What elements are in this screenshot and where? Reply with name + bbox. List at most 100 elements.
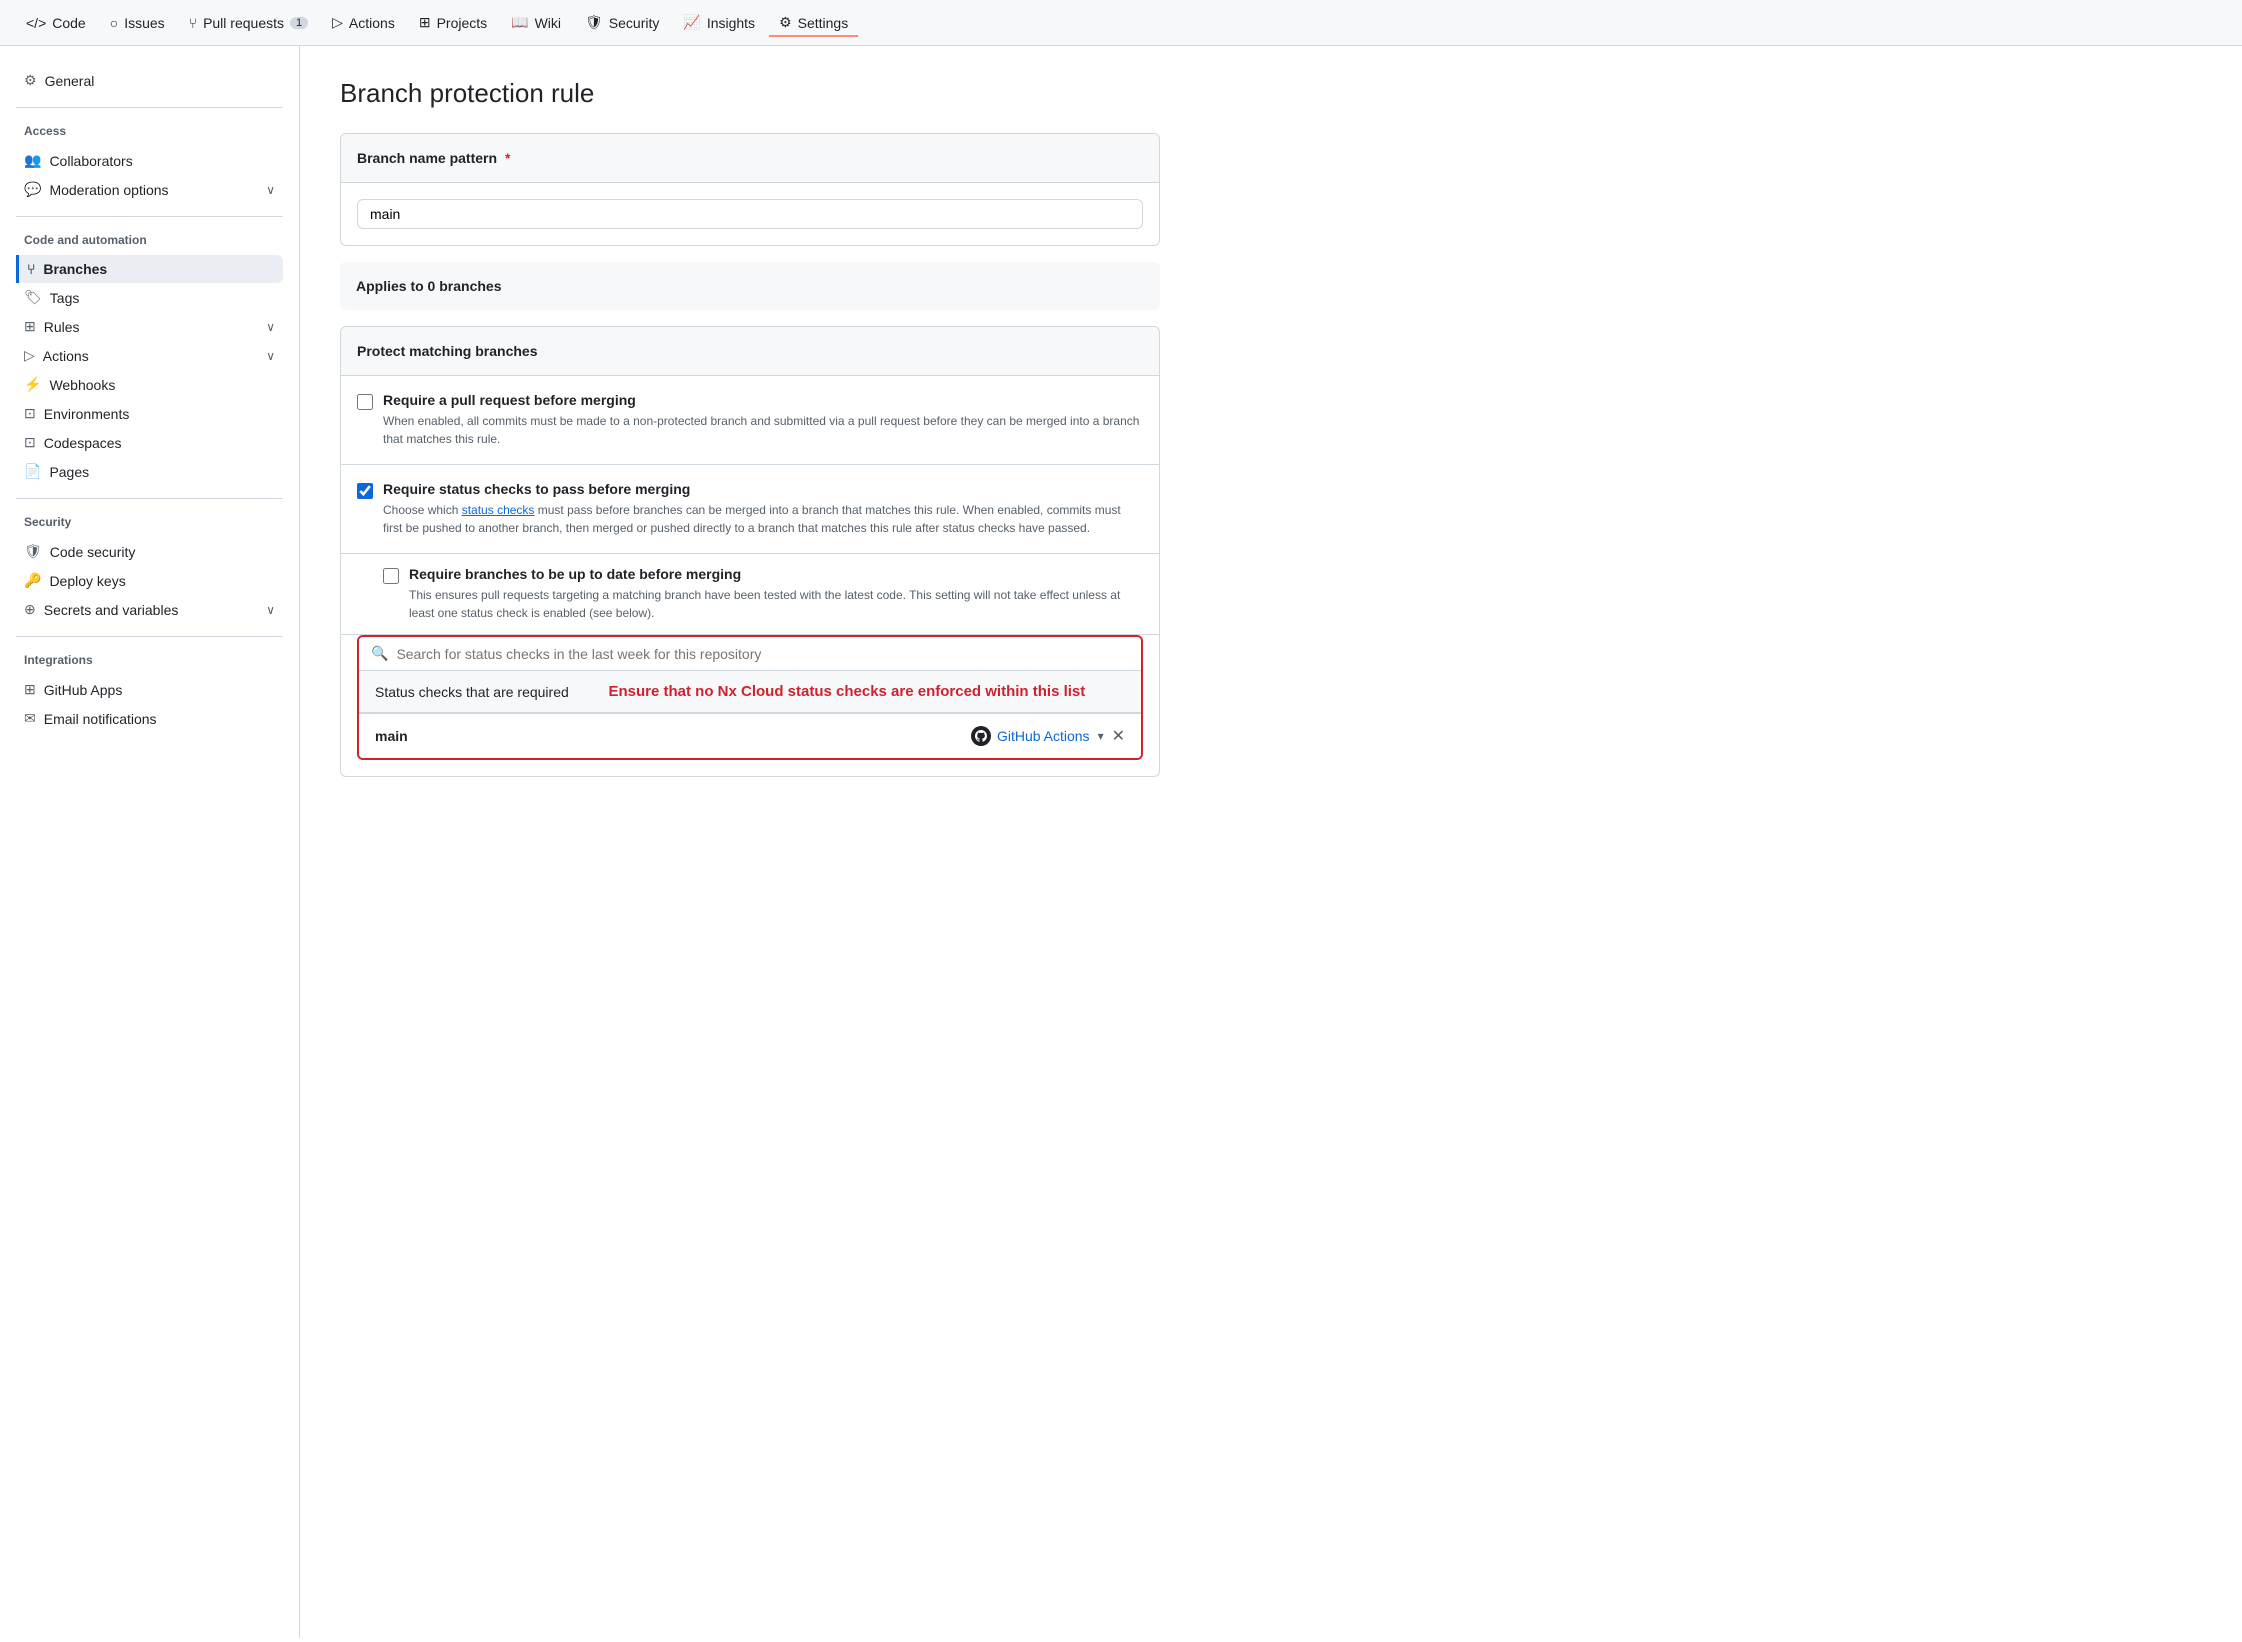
status-checks-checkbox[interactable] [357, 483, 373, 499]
actions-icon: ▷ [332, 14, 343, 31]
search-icon: 🔍 [371, 645, 388, 662]
sidebar-item-branches[interactable]: ⑂ Branches [16, 255, 283, 283]
up-to-date-desc: This ensures pull requests targeting a m… [409, 586, 1143, 622]
status-check-name: main [375, 728, 408, 744]
issues-icon: ○ [110, 15, 118, 31]
sidebar-item-code-security[interactable]: 🛡 Code security [16, 537, 283, 566]
nav-security[interactable]: 🛡 Security [575, 8, 669, 37]
security-nav-icon: 🛡 [585, 14, 603, 31]
collaborators-icon: 👥 [24, 152, 41, 169]
branch-name-input[interactable] [357, 199, 1143, 229]
code-icon: </> [26, 15, 46, 31]
status-checks-content: Require status checks to pass before mer… [383, 481, 1143, 537]
codespaces-icon: ⊡ [24, 434, 36, 451]
status-checks-title: Require status checks to pass before mer… [383, 481, 1143, 497]
pull-requests-badge: 1 [290, 17, 308, 29]
rules-chevron-icon: ∨ [266, 320, 275, 334]
status-search-box: 🔍 Status checks that are required Ensure… [357, 635, 1143, 760]
email-notifications-icon: ✉ [24, 710, 36, 727]
nav-wiki[interactable]: 📖 Wiki [501, 8, 571, 37]
secrets-chevron-icon: ∨ [266, 603, 275, 617]
pull-request-content: Require a pull request before merging Wh… [383, 392, 1143, 448]
required-star: * [505, 150, 510, 166]
moderation-icon: 💬 [24, 181, 41, 198]
nav-actions[interactable]: ▷ Actions [322, 8, 405, 37]
nav-projects[interactable]: ⊞ Projects [409, 8, 497, 37]
sidebar-divider-1 [16, 107, 283, 108]
applies-to-section: Applies to 0 branches [340, 262, 1160, 310]
sidebar-divider-3 [16, 498, 283, 499]
protect-box: Protect matching branches Require a pull… [340, 326, 1160, 777]
actions-chevron-icon: ∨ [266, 349, 275, 363]
rule-up-to-date: Require branches to be up to date before… [341, 554, 1159, 635]
up-to-date-title: Require branches to be up to date before… [409, 566, 1143, 582]
up-to-date-checkbox[interactable] [383, 568, 399, 584]
rule-status-checks: Require status checks to pass before mer… [341, 465, 1159, 554]
sidebar: ⚙ General Access 👥 Collaborators 💬 Moder… [0, 46, 300, 1638]
nav-pull-requests[interactable]: ⑂ Pull requests 1 [179, 9, 318, 37]
branch-name-section: Branch name pattern * [340, 133, 1160, 246]
status-search-input-row: 🔍 [359, 637, 1141, 671]
top-nav: </> Code ○ Issues ⑂ Pull requests 1 ▷ Ac… [0, 0, 2242, 46]
status-checks-desc: Choose which status checks must pass bef… [383, 501, 1143, 537]
branches-icon: ⑂ [27, 261, 35, 277]
github-actions-icon [971, 726, 991, 746]
status-checks-header-row: Status checks that are required Ensure t… [359, 671, 1141, 713]
branch-input-body [341, 183, 1159, 245]
tags-icon: 🏷 [24, 289, 42, 306]
pull-request-checkbox[interactable] [357, 394, 373, 410]
access-section-title: Access [16, 124, 283, 138]
nav-issues[interactable]: ○ Issues [100, 9, 175, 37]
status-checks-warning: Ensure that no Nx Cloud status checks ar… [569, 681, 1125, 702]
security-section-title: Security [16, 515, 283, 529]
sidebar-item-general[interactable]: ⚙ General [16, 66, 283, 95]
sidebar-item-deploy-keys[interactable]: 🔑 Deploy keys [16, 566, 283, 595]
sidebar-item-collaborators[interactable]: 👥 Collaborators [16, 146, 283, 175]
sidebar-item-email-notifications[interactable]: ✉ Email notifications [16, 704, 283, 733]
main-content: Branch protection rule Branch name patte… [300, 46, 1200, 1638]
sidebar-divider-4 [16, 636, 283, 637]
projects-icon: ⊞ [419, 14, 431, 31]
sidebar-item-rules[interactable]: ⊞ Rules ∨ [16, 312, 283, 341]
nav-settings[interactable]: ⚙ Settings [769, 8, 858, 37]
page-title: Branch protection rule [340, 78, 1160, 109]
status-checks-link[interactable]: status checks [462, 503, 535, 517]
sidebar-divider-2 [16, 216, 283, 217]
secrets-icon: ⊕ [24, 601, 36, 618]
integrations-section-title: Integrations [16, 653, 283, 667]
protect-header: Protect matching branches [341, 327, 1159, 376]
pull-request-title: Require a pull request before merging [383, 392, 1143, 408]
environments-icon: ⊡ [24, 405, 36, 422]
status-check-row: main GitHub Actions ▾ ✕ [359, 713, 1141, 758]
code-security-icon: 🛡 [24, 543, 42, 560]
sidebar-item-actions[interactable]: ▷ Actions ∨ [16, 341, 283, 370]
status-search-input[interactable] [396, 646, 1129, 662]
secrets-row: Secrets and variables ∨ [44, 602, 275, 618]
sidebar-item-webhooks[interactable]: ⚡ Webhooks [16, 370, 283, 399]
sidebar-item-pages[interactable]: 📄 Pages [16, 457, 283, 486]
applies-to-text: Applies to 0 branches [356, 278, 501, 294]
actions-row: Actions ∨ [43, 348, 275, 364]
pull-request-desc: When enabled, all commits must be made t… [383, 412, 1143, 448]
sidebar-item-environments[interactable]: ⊡ Environments [16, 399, 283, 428]
remove-status-check-button[interactable]: ✕ [1112, 726, 1125, 746]
page-layout: ⚙ General Access 👥 Collaborators 💬 Moder… [0, 46, 2242, 1638]
code-automation-section-title: Code and automation [16, 233, 283, 247]
rule-pull-request: Require a pull request before merging Wh… [341, 376, 1159, 465]
sidebar-item-github-apps[interactable]: ⊞ GitHub Apps [16, 675, 283, 704]
nav-insights[interactable]: 📈 Insights [673, 8, 765, 37]
sidebar-item-moderation[interactable]: 💬 Moderation options ∨ [16, 175, 283, 204]
nav-code[interactable]: </> Code [16, 9, 96, 37]
github-actions-badge[interactable]: GitHub Actions [971, 726, 1090, 746]
insights-icon: 📈 [683, 14, 700, 31]
status-checks-header-label: Status checks that are required [375, 684, 569, 700]
sidebar-item-secrets[interactable]: ⊕ Secrets and variables ∨ [16, 595, 283, 624]
moderation-row: Moderation options ∨ [49, 182, 275, 198]
pages-icon: 📄 [24, 463, 41, 480]
dropdown-arrow-icon[interactable]: ▾ [1098, 729, 1104, 743]
branch-name-header: Branch name pattern * [341, 134, 1159, 183]
sidebar-item-tags[interactable]: 🏷 Tags [16, 283, 283, 312]
deploy-keys-icon: 🔑 [24, 572, 41, 589]
sidebar-item-codespaces[interactable]: ⊡ Codespaces [16, 428, 283, 457]
chevron-down-icon: ∨ [266, 183, 275, 197]
